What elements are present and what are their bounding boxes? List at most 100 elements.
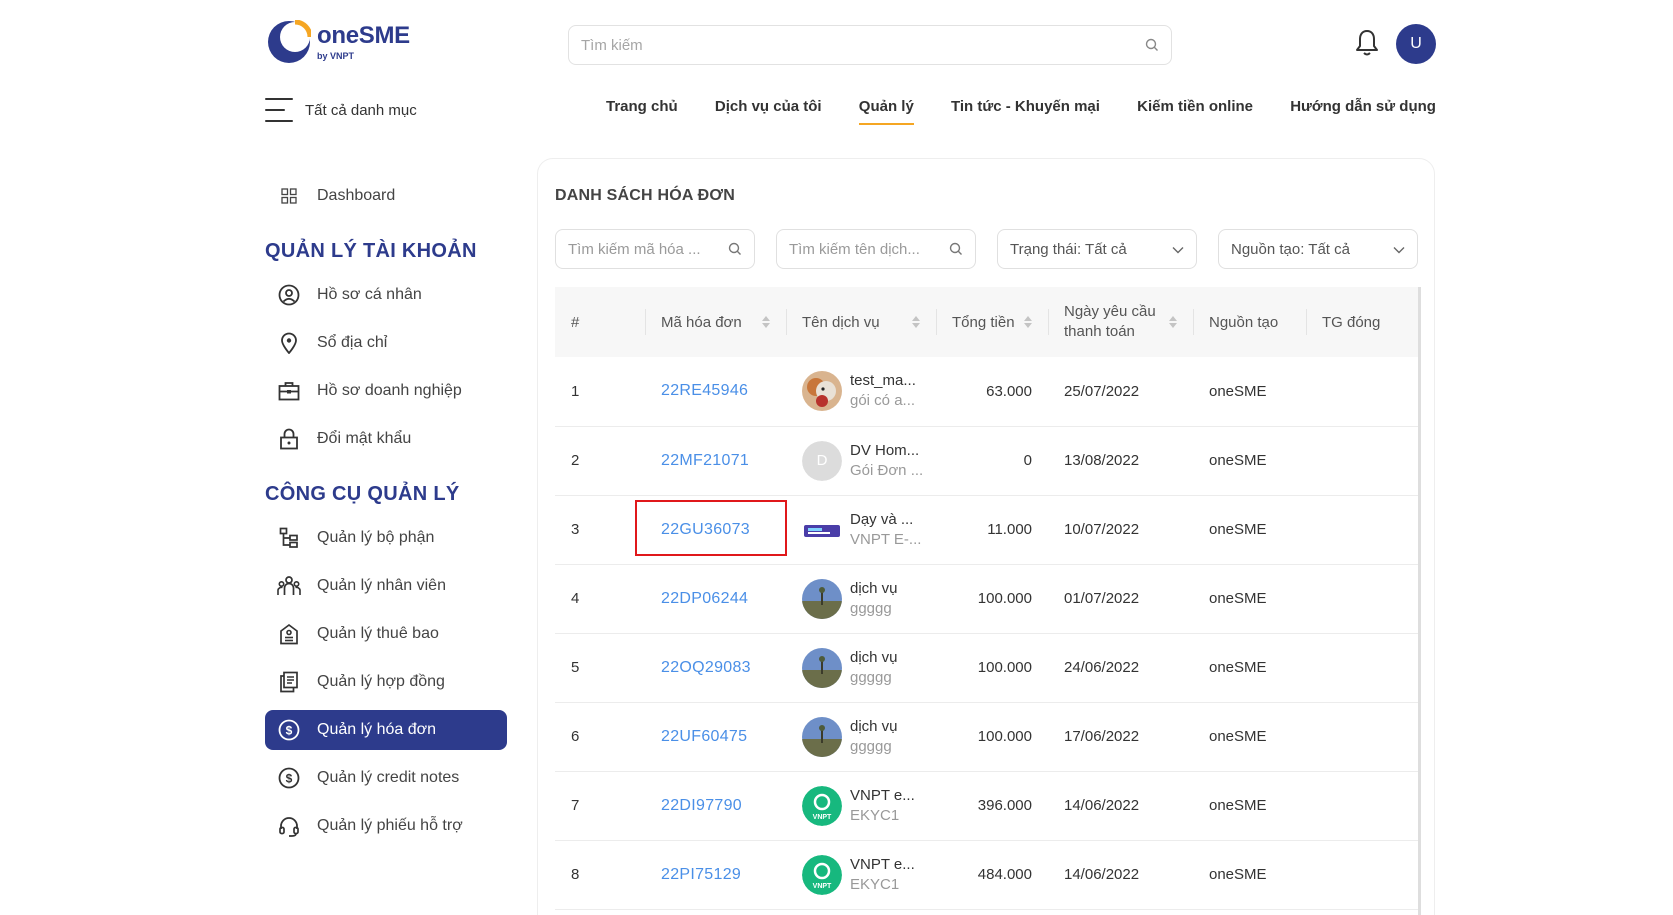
column-header-total[interactable]: Tổng tiền <box>936 287 1048 357</box>
total-amount: 0 <box>1023 452 1032 469</box>
column-header-source: Nguồn tạo <box>1193 287 1306 357</box>
source-select[interactable]: Nguồn tạo: Tất cả <box>1218 229 1418 269</box>
service-package: ggggg <box>850 668 892 686</box>
svg-text:$: $ <box>286 772 293 786</box>
service-package: gói có a... <box>850 392 916 410</box>
close-time <box>1306 426 1418 495</box>
sidebar-item-label: Đổi mật khẩu <box>317 430 412 447</box>
invoice-code-link[interactable]: 22DI97790 <box>645 771 786 840</box>
nav-my-services[interactable]: Dịch vụ của tôi <box>715 98 822 125</box>
search-icon[interactable] <box>1145 38 1159 52</box>
invoice-code-link[interactable]: 22OQ29083 <box>645 633 786 702</box>
sidebar-item-change-password[interactable]: Đổi mật khẩu <box>265 419 507 459</box>
source: oneSME <box>1209 797 1267 814</box>
notification-bell-icon[interactable] <box>1354 28 1380 58</box>
chevron-down-icon <box>1393 241 1405 258</box>
service-cell: VNPT VNPT e... EKYC1 <box>786 771 936 840</box>
service-name-search-input[interactable] <box>789 240 949 258</box>
user-avatar[interactable]: U <box>1396 24 1436 64</box>
search-icon[interactable] <box>728 242 742 256</box>
total-amount: 100.000 <box>977 659 1032 676</box>
contract-icon <box>277 670 301 694</box>
sidebar-item-label: Dashboard <box>317 187 396 204</box>
column-header-service-name[interactable]: Tên dịch vụ <box>786 287 936 357</box>
close-time <box>1306 702 1418 771</box>
status-select[interactable]: Trạng thái: Tất cả <box>997 229 1197 269</box>
invoice-code-link[interactable]: 22DP06244 <box>645 564 786 633</box>
global-search[interactable] <box>568 25 1172 65</box>
total-amount: 396.000 <box>977 797 1032 814</box>
source: oneSME <box>1209 590 1267 607</box>
sidebar-item-credit-notes[interactable]: $ Quản lý credit notes <box>265 758 507 798</box>
sidebar-item-label: Quản lý hóa đơn <box>317 721 437 738</box>
invoice-code-search[interactable] <box>555 229 755 269</box>
sidebar-item-subscriptions[interactable]: Quản lý thuê bao <box>265 614 507 654</box>
table-row[interactable]: 4 22DP06244 dịch vụ ggggg 100.000 01/07/2022 o… <box>555 564 1418 633</box>
search-icon[interactable] <box>949 242 963 256</box>
sidebar-item-label: Quản lý thuê bao <box>317 625 439 642</box>
onesme-logo[interactable]: oneSME by VNPT <box>267 20 417 64</box>
sidebar-item-address-book[interactable]: Sổ địa chỉ <box>265 323 507 363</box>
svg-text:$: $ <box>286 724 293 738</box>
sidebar-item-support-tickets[interactable]: Quản lý phiếu hỗ trợ <box>265 806 507 846</box>
all-categories-menu[interactable]: Tất cả danh mục <box>265 98 417 122</box>
service-package: ggggg <box>850 599 892 617</box>
table-row[interactable]: 7 22DI97790 VNPT VNPT e... EKYC1 396.000 14/06… <box>555 771 1418 840</box>
column-header-payment-date[interactable]: Ngày yêu cầu thanh toán <box>1048 287 1193 357</box>
invoice-code-link[interactable]: 22MF21071 <box>645 426 786 495</box>
nav-home[interactable]: Trang chủ <box>606 98 678 125</box>
payment-request-date: 01/07/2022 <box>1064 590 1140 607</box>
table-row[interactable]: 5 22OQ29083 dịch vụ ggggg 100.000 24/06/2022 o… <box>555 633 1418 702</box>
service-name: DV Hom... <box>850 441 920 459</box>
table-row[interactable]: 6 22UF60475 dịch vụ ggggg 100.000 17/06/2022 o… <box>555 702 1418 771</box>
total-amount: 11.000 <box>987 521 1032 538</box>
service-thumbnail <box>802 716 842 757</box>
service-name: test_ma... <box>850 372 916 390</box>
source: oneSME <box>1209 521 1267 538</box>
nav-earn-online[interactable]: Kiếm tiền online <box>1137 98 1253 125</box>
row-index: 1 <box>571 382 580 400</box>
invoice-code-link[interactable]: 22PI75129 <box>645 840 786 909</box>
dashboard-grid-icon <box>277 184 301 208</box>
sidebar-item-employees[interactable]: Quản lý nhân viên <box>265 566 507 606</box>
sidebar-item-dashboard[interactable]: Dashboard <box>265 176 507 216</box>
sidebar-item-business-profile[interactable]: Hồ sơ doanh nghiệp <box>265 371 507 411</box>
dollar-circle-icon: $ <box>277 766 301 790</box>
nav-manage[interactable]: Quản lý <box>858 98 914 125</box>
sidebar-item-label: Hồ sơ cá nhân <box>317 286 422 303</box>
row-index: 3 <box>571 521 580 538</box>
sidebar-item-invoices[interactable]: $ Quản lý hóa đơn <box>265 710 507 750</box>
payment-request-date: 17/06/2022 <box>1064 728 1140 745</box>
row-index: 4 <box>571 590 580 607</box>
total-amount: 100.000 <box>977 590 1032 607</box>
sidebar-item-departments[interactable]: Quản lý bộ phận <box>265 518 507 558</box>
service-name: VNPT e... <box>850 786 915 804</box>
table-row[interactable]: 3 22GU36073 Dạy và ... VNPT E-... 11.000 10/0… <box>555 495 1418 564</box>
table-row[interactable]: 8 22PI75129 VNPT VNPT e... EKYC1 484.000 14/06… <box>555 840 1418 909</box>
invoice-code-link[interactable]: 22GU36073 <box>645 495 786 564</box>
user-circle-icon <box>277 283 301 307</box>
column-header-index: # <box>571 313 580 331</box>
invoice-code-link[interactable]: 22RE45946 <box>645 357 786 426</box>
close-time <box>1306 357 1418 426</box>
sidebar-item-contracts[interactable]: Quản lý hợp đồng <box>265 662 507 702</box>
invoice-code-link[interactable]: 22UF60475 <box>645 702 786 771</box>
nav-user-guide[interactable]: Hướng dẫn sử dụng <box>1290 98 1436 125</box>
service-name: Dạy và ... <box>850 510 914 528</box>
total-amount: 484.000 <box>977 866 1032 883</box>
global-search-input[interactable] <box>581 36 1145 54</box>
invoice-table-container[interactable]: # Mã hóa đơn Tên dịch vụ Tổng tiền Ngày … <box>555 287 1421 915</box>
column-header-invoice-code[interactable]: Mã hóa đơn <box>645 287 786 357</box>
service-cell: dịch vụ ggggg <box>786 564 936 633</box>
briefcase-icon <box>277 379 301 403</box>
service-name-search[interactable] <box>776 229 976 269</box>
sidebar-item-profile[interactable]: Hồ sơ cá nhân <box>265 275 507 315</box>
table-row[interactable]: 1 22RE45946 test_ma... gói có a... 63.000 25/… <box>555 357 1418 426</box>
sort-icon <box>912 316 920 328</box>
nav-news-promotions[interactable]: Tin tức - Khuyến mại <box>951 98 1100 125</box>
table-row[interactable]: 2 22MF21071 D DV Hom... Gói Đơn ... 0 13/08/20… <box>555 426 1418 495</box>
source: oneSME <box>1209 866 1267 883</box>
invoice-code-search-input[interactable] <box>568 240 728 258</box>
service-package: ggggg <box>850 737 892 755</box>
service-thumbnail: VNPT <box>802 785 842 826</box>
